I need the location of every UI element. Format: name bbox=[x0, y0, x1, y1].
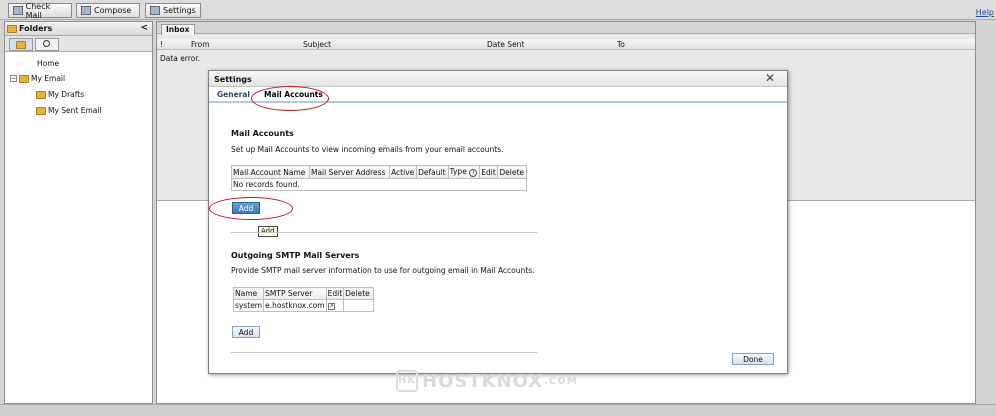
compose-icon bbox=[81, 6, 91, 15]
mail-icon bbox=[13, 6, 23, 15]
section-divider bbox=[231, 232, 537, 233]
column-type[interactable]: Type i bbox=[447, 165, 481, 179]
column-delete[interactable]: Delete bbox=[497, 165, 527, 179]
folder-icon bbox=[7, 24, 17, 33]
mail-accounts-table: Mail Account Name Mail Server Address Ac… bbox=[231, 165, 527, 191]
column-active[interactable]: Active bbox=[389, 165, 418, 179]
watermark-tld: .COM bbox=[544, 375, 578, 387]
folder-my-sent-email[interactable]: My Sent Email bbox=[36, 106, 102, 115]
folder-my-sent-email-label: My Sent Email bbox=[48, 106, 102, 115]
column-subject[interactable]: Subject bbox=[303, 40, 331, 49]
section-divider bbox=[231, 352, 537, 353]
folder-my-email[interactable]: − My Email bbox=[10, 74, 65, 83]
smtp-edit-cell: ↗ bbox=[325, 299, 345, 312]
tab-folders[interactable] bbox=[9, 38, 33, 51]
folder-home-label: Home bbox=[37, 59, 60, 68]
top-toolbar: Check Mail Compose Settings Help bbox=[0, 0, 996, 20]
table-row: No records found. bbox=[231, 178, 527, 191]
settings-dialog: Settings ✕ General Mail Accounts Mail Ac… bbox=[208, 70, 788, 374]
info-icon[interactable]: i bbox=[469, 169, 478, 177]
smtp-server-cell: e.hostknox.com bbox=[263, 299, 327, 312]
table-row[interactable]: system e.hostknox.com ↗ bbox=[232, 299, 375, 312]
settings-label: Settings bbox=[163, 6, 196, 15]
hostknox-logo: HK bbox=[396, 370, 418, 392]
folder-view-tabs bbox=[5, 36, 152, 52]
table-header-row: Name SMTP Server Edit Delete bbox=[232, 287, 375, 300]
folders-title: Folders bbox=[19, 24, 53, 33]
folders-header: Folders < bbox=[5, 22, 152, 36]
folder-my-email-label: My Email bbox=[31, 74, 66, 83]
watermark-brand: HOSTKNOX bbox=[422, 370, 544, 392]
column-date-sent[interactable]: Date Sent bbox=[487, 40, 524, 49]
column-default[interactable]: Default bbox=[416, 165, 449, 179]
dialog-titlebar: Settings ✕ bbox=[209, 71, 787, 87]
message-tabs: Inbox bbox=[157, 22, 975, 35]
column-type-label: Type bbox=[449, 167, 467, 176]
check-mail-label: Check Mail bbox=[25, 1, 51, 20]
column-flag[interactable]: ! bbox=[160, 40, 163, 49]
watermark: HK HOSTKNOX .COM bbox=[396, 370, 578, 392]
edit-icon[interactable]: ↗ bbox=[327, 303, 335, 310]
tab-inbox[interactable]: Inbox bbox=[161, 24, 195, 35]
folder-my-drafts[interactable]: My Drafts bbox=[36, 90, 84, 99]
settings-button[interactable]: Settings bbox=[145, 3, 201, 18]
smtp-servers-description: Provide SMTP mail server information to … bbox=[231, 266, 535, 275]
smtp-delete-cell bbox=[343, 299, 375, 312]
folder-my-drafts-label: My Drafts bbox=[48, 90, 85, 99]
smtp-name-cell: system bbox=[232, 299, 265, 312]
settings-tabs: General Mail Accounts bbox=[209, 87, 787, 103]
compose-label: Compose bbox=[94, 6, 132, 15]
column-to[interactable]: To bbox=[617, 40, 625, 49]
add-mail-account-button[interactable]: Add bbox=[232, 202, 260, 214]
help-link[interactable]: Help bbox=[976, 8, 994, 17]
add-smtp-server-button[interactable]: Add bbox=[232, 326, 260, 338]
smtp-servers-title: Outgoing SMTP Mail Servers bbox=[231, 251, 360, 260]
status-bar bbox=[0, 404, 996, 416]
tab-general[interactable]: General bbox=[217, 90, 250, 99]
folder-icon bbox=[36, 106, 46, 115]
settings-icon bbox=[150, 6, 160, 15]
table-header-row: Mail Account Name Mail Server Address Ac… bbox=[231, 165, 527, 179]
tab-search[interactable] bbox=[35, 38, 59, 51]
column-edit[interactable]: Edit bbox=[479, 165, 499, 179]
data-error-message: Data error. bbox=[160, 54, 201, 63]
no-records-message: No records found. bbox=[231, 178, 527, 191]
column-smtp-server[interactable]: SMTP Server bbox=[263, 287, 327, 300]
folders-panel: Folders < Home − My Email My Drafts My S… bbox=[4, 21, 153, 404]
folder-icon bbox=[19, 74, 29, 83]
mail-accounts-description: Set up Mail Accounts to view incoming em… bbox=[231, 145, 504, 154]
compose-button[interactable]: Compose bbox=[76, 3, 140, 18]
search-icon bbox=[43, 40, 50, 47]
close-icon[interactable]: ✕ bbox=[765, 71, 775, 85]
smtp-servers-table: Name SMTP Server Edit Delete system e.ho… bbox=[232, 287, 375, 312]
column-name[interactable]: Name bbox=[232, 287, 265, 300]
check-mail-button[interactable]: Check Mail bbox=[8, 1, 72, 20]
collapse-icon[interactable]: < bbox=[140, 23, 148, 33]
column-delete[interactable]: Delete bbox=[343, 287, 375, 300]
dialog-title: Settings bbox=[214, 75, 252, 84]
tab-mail-accounts[interactable]: Mail Accounts bbox=[264, 90, 323, 99]
done-button[interactable]: Done bbox=[732, 353, 774, 365]
folder-home[interactable]: Home bbox=[37, 59, 59, 68]
message-list-header: ! From Subject Date Sent To bbox=[157, 39, 975, 50]
column-edit[interactable]: Edit bbox=[325, 287, 345, 300]
collapse-toggle-icon[interactable]: − bbox=[10, 75, 17, 82]
column-from[interactable]: From bbox=[191, 40, 210, 49]
mail-accounts-title: Mail Accounts bbox=[231, 129, 294, 138]
folder-icon bbox=[16, 41, 26, 49]
column-mail-account-name[interactable]: Mail Account Name bbox=[231, 165, 310, 179]
folder-icon bbox=[36, 90, 46, 99]
column-mail-server-address[interactable]: Mail Server Address bbox=[308, 165, 391, 179]
